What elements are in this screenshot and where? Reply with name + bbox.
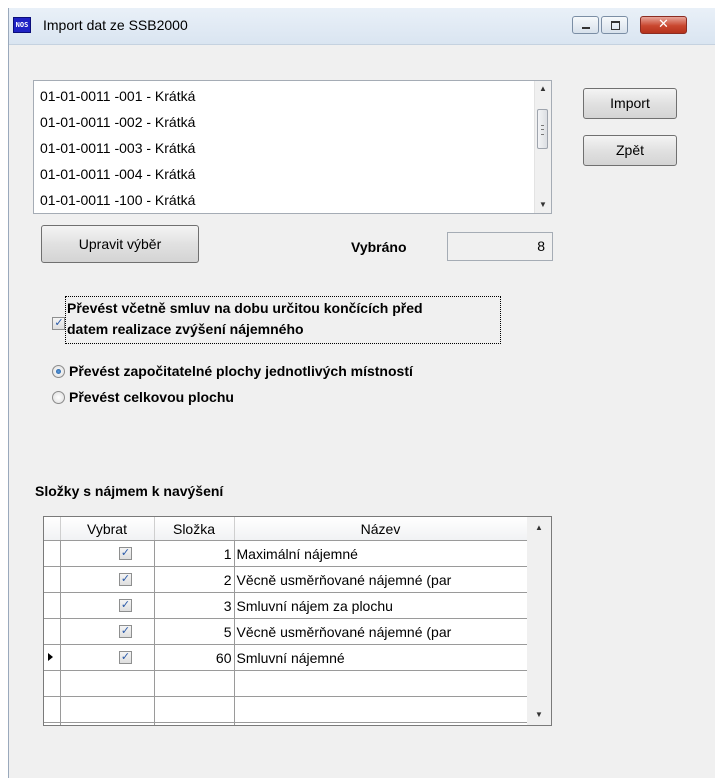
current-row-arrow-icon [48, 653, 53, 661]
minimize-icon [582, 27, 590, 29]
header-select[interactable]: Vybrat [60, 517, 155, 541]
room-areas-label[interactable]: Převést započitatelné plochy jednotlivýc… [69, 363, 413, 379]
total-area-label[interactable]: Převést celkovou plochu [69, 389, 234, 405]
name-cell[interactable]: Věcně usměrňované nájemné (par [234, 566, 528, 593]
components-title: Složky s nájmem k navýšení [35, 483, 224, 499]
select-cell[interactable]: ✓ [60, 644, 155, 671]
table-row[interactable]: ✓ 2 Věcně usměrňované nájemné (par [44, 566, 528, 593]
table-row[interactable]: ✓ 3 Smluvní nájem za plochu [44, 592, 528, 619]
grid-header: Vybrat Složka Název [44, 517, 528, 541]
table-row[interactable]: ✓ 60 Smluvní nájemné [44, 644, 528, 671]
row-checkbox[interactable]: ✓ [118, 547, 132, 560]
list-item[interactable]: 01-01-0011 -001 - Krátká [40, 83, 195, 109]
row-checkbox[interactable]: ✓ [118, 599, 132, 612]
check-icon: ✓ [120, 625, 131, 637]
scroll-down-arrow-icon[interactable]: ▼ [527, 710, 551, 719]
window-title: Import dat ze SSB2000 [43, 17, 188, 33]
import-button[interactable]: Import [583, 88, 677, 119]
selected-count-field: 8 [447, 232, 553, 261]
select-cell[interactable]: ✓ [60, 540, 155, 567]
list-scrollbar[interactable]: ▲ ▼ [534, 81, 551, 213]
row-checkbox[interactable]: ✓ [118, 573, 132, 586]
grid-scrollbar[interactable]: ▲ ▼ [527, 517, 551, 725]
maximize-icon [611, 21, 620, 30]
name-cell[interactable]: Smluvní nájemné [234, 644, 528, 671]
list-item[interactable]: 01-01-0011 -003 - Krátká [40, 135, 195, 161]
scroll-up-arrow-icon[interactable]: ▲ [527, 523, 551, 532]
table-row-empty[interactable] [44, 696, 528, 723]
components-grid[interactable]: Vybrat Složka Název ✓ 1 Maximální nájemn… [43, 516, 552, 726]
select-cell[interactable]: ✓ [60, 618, 155, 645]
row-indicator[interactable] [44, 540, 61, 567]
grip-icon [541, 125, 544, 135]
header-name[interactable]: Název [234, 517, 528, 541]
name-cell[interactable]: Věcně usměrňované nájemné (par [234, 618, 528, 645]
close-icon: ✕ [658, 16, 669, 31]
import-dialog: NOS Import dat ze SSB2000 ✕ 01-01-0011 -… [8, 8, 715, 778]
component-cell[interactable]: 1 [154, 540, 235, 567]
table-row-empty[interactable] [44, 670, 528, 697]
check-icon: ✓ [120, 547, 131, 559]
scroll-thumb[interactable] [537, 109, 548, 149]
minimize-button[interactable] [572, 16, 599, 34]
title-bar[interactable]: NOS Import dat ze SSB2000 ✕ [9, 8, 715, 45]
list-item[interactable]: 01-01-0011 -002 - Krátká [40, 109, 195, 135]
edit-selection-button[interactable]: Upravit výběr [41, 225, 199, 263]
close-button[interactable]: ✕ [640, 16, 687, 34]
check-icon: ✓ [120, 651, 131, 663]
include-fixed-term-label[interactable]: Převést včetně smluv na dobu určitou kon… [67, 298, 423, 340]
maximize-button[interactable] [601, 16, 628, 34]
include-fixed-term-checkbox[interactable]: ✓ [52, 317, 65, 330]
row-checkbox[interactable]: ✓ [118, 625, 132, 638]
component-cell[interactable]: 2 [154, 566, 235, 593]
header-component[interactable]: Složka [154, 517, 235, 541]
row-indicator[interactable] [44, 644, 61, 671]
select-cell[interactable]: ✓ [60, 592, 155, 619]
component-cell[interactable]: 5 [154, 618, 235, 645]
back-button[interactable]: Zpět [583, 135, 677, 166]
check-icon: ✓ [120, 599, 131, 611]
check-icon: ✓ [120, 573, 131, 585]
app-icon: NOS [13, 17, 31, 33]
scroll-down-arrow-icon[interactable]: ▼ [535, 197, 551, 213]
selected-count-label: Vybráno [351, 239, 407, 255]
row-indicator[interactable] [44, 566, 61, 593]
table-row-empty[interactable] [44, 722, 528, 725]
list-item[interactable]: 01-01-0011 -100 - Krátká [40, 187, 195, 213]
name-cell[interactable]: Smluvní nájem za plochu [234, 592, 528, 619]
check-icon: ✓ [54, 317, 64, 329]
row-checkbox[interactable]: ✓ [118, 651, 132, 664]
name-cell[interactable]: Maximální nájemné [234, 540, 528, 567]
list-item[interactable]: 01-01-0011 -004 - Krátká [40, 161, 195, 187]
table-row[interactable]: ✓ 1 Maximální nájemné [44, 540, 528, 567]
header-indicator [44, 517, 61, 541]
room-areas-radio[interactable] [52, 365, 65, 378]
component-cell[interactable]: 60 [154, 644, 235, 671]
select-cell[interactable]: ✓ [60, 566, 155, 593]
row-indicator[interactable] [44, 618, 61, 645]
component-cell[interactable]: 3 [154, 592, 235, 619]
selection-listbox[interactable]: 01-01-0011 -001 - Krátká 01-01-0011 -002… [33, 80, 552, 214]
table-row[interactable]: ✓ 5 Věcně usměrňované nájemné (par [44, 618, 528, 645]
row-indicator[interactable] [44, 592, 61, 619]
total-area-radio[interactable] [52, 391, 65, 404]
scroll-up-arrow-icon[interactable]: ▲ [535, 81, 551, 97]
